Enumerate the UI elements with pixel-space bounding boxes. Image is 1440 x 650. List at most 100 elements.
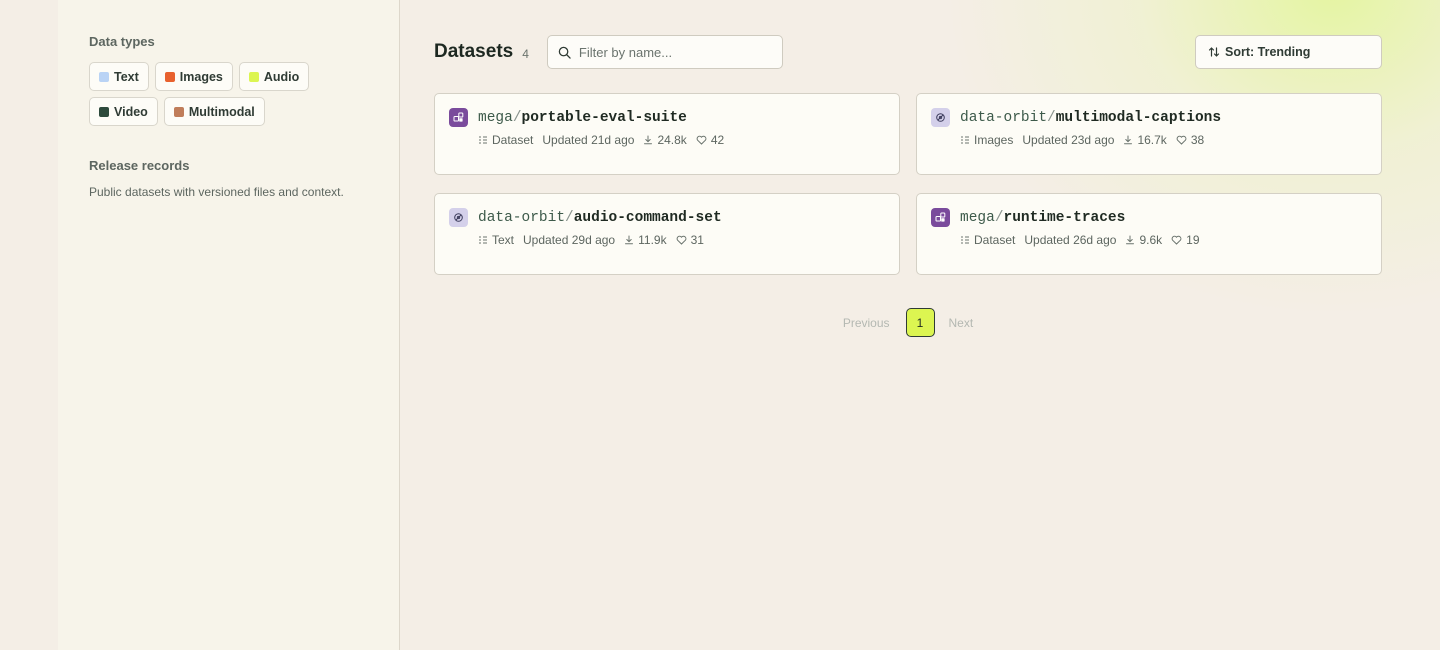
chip-label: Multimodal <box>188 104 255 119</box>
next-page-button[interactable]: Next <box>949 316 974 330</box>
heart-icon <box>676 235 686 245</box>
dataset-owner: data-orbit <box>960 109 1048 126</box>
release-records-section: Release records Public datasets with ver… <box>89 158 399 199</box>
dataset-downloads: 16.7k <box>1123 133 1167 147</box>
download-count: 11.9k <box>638 233 667 247</box>
filter-chip-audio[interactable]: Audio <box>238 62 310 91</box>
audio-color-dot <box>248 71 259 82</box>
download-count: 24.8k <box>657 133 687 147</box>
download-icon <box>1124 135 1133 145</box>
dataset-meta: Dataset Updated 21d ago 24.8k 42 <box>478 133 885 147</box>
dataset-name: runtime-traces <box>1003 209 1126 226</box>
chip-label: Audio <box>263 69 300 84</box>
page-title: Datasets <box>434 41 514 62</box>
dataset-card-header: data-orbit/audio-command-set <box>449 208 885 227</box>
table-icon <box>479 136 487 144</box>
dataset-name: audio-command-set <box>573 209 722 226</box>
like-count: 38 <box>1190 133 1205 147</box>
video-color-dot <box>99 106 109 117</box>
dataset-likes: 42 <box>696 133 724 147</box>
dataset-name: portable-eval-suite <box>521 109 687 126</box>
dataset-updated: Updated 23d ago <box>1022 133 1115 147</box>
dataset-meta: Dataset Updated 26d ago 9.6k 19 <box>960 233 1367 247</box>
search-box[interactable] <box>546 35 783 69</box>
current-page-button[interactable]: 1 <box>905 308 935 337</box>
sort-arrows-icon <box>1208 47 1220 57</box>
mega-org-icon <box>449 108 468 127</box>
dataset-owner: mega <box>478 109 513 126</box>
pagination: Previous 1 Next <box>434 308 1382 337</box>
like-count: 19 <box>1186 233 1200 247</box>
dataset-title[interactable]: data-orbit/audio-command-set <box>478 210 722 226</box>
dataset-meta: Text Updated 29d ago 11.9k 31 <box>478 233 885 247</box>
heart-icon <box>696 135 707 145</box>
filter-chip-video[interactable]: Video <box>89 97 158 126</box>
dataset-downloads: 11.9k <box>624 233 667 247</box>
download-icon <box>1126 235 1135 245</box>
dataset-downloads: 24.8k <box>643 133 687 147</box>
dataset-likes: 19 <box>1171 233 1200 247</box>
dataset-card-header: data-orbit/multimodal-captions <box>931 108 1367 127</box>
dataset-card[interactable]: data-orbit/audio-command-set Text Update… <box>434 193 900 275</box>
dataset-likes: 38 <box>1176 133 1204 147</box>
dataset-meta: Images Updated 23d ago 16.7k 38 <box>960 133 1367 147</box>
chip-label: Text <box>114 69 139 84</box>
download-count: 9.6k <box>1139 233 1163 247</box>
orbit-org-icon <box>931 108 950 127</box>
chip-label: Video <box>114 104 148 119</box>
dataset-owner: mega <box>960 209 995 226</box>
dataset-type: Dataset <box>478 133 533 147</box>
heart-icon <box>1171 235 1182 245</box>
dataset-card-header: mega/portable-eval-suite <box>449 108 885 127</box>
dataset-likes: 31 <box>676 233 704 247</box>
table-icon <box>961 236 969 244</box>
filter-chip-text[interactable]: Text <box>89 62 149 91</box>
like-count: 42 <box>710 133 725 147</box>
dataset-card[interactable]: mega/runtime-traces Dataset Updated 26d … <box>916 193 1382 275</box>
dataset-count: 4 <box>522 47 529 61</box>
release-records-title: Release records <box>89 158 190 173</box>
dataset-title[interactable]: data-orbit/multimodal-captions <box>960 110 1221 126</box>
dataset-title[interactable]: mega/portable-eval-suite <box>478 110 687 126</box>
heart-icon <box>1176 135 1187 145</box>
search-icon <box>558 46 571 59</box>
previous-page-button[interactable]: Previous <box>843 316 890 330</box>
orbit-org-icon <box>449 208 468 227</box>
dataset-type: Images <box>960 133 1013 147</box>
dataset-updated: Updated 29d ago <box>523 233 616 247</box>
dataset-card[interactable]: mega/portable-eval-suite Dataset Updated… <box>434 93 900 175</box>
toolbar: Datasets 4 Sort: Trending <box>434 35 1382 69</box>
download-icon <box>625 235 634 245</box>
download-icon <box>644 135 653 145</box>
chip-label: Images <box>179 69 223 84</box>
text-color-dot <box>99 71 109 82</box>
sort-button[interactable]: Sort: Trending <box>1195 35 1382 69</box>
filter-chip-images[interactable]: Images <box>154 62 233 91</box>
download-count: 16.7k <box>1137 133 1167 147</box>
mega-org-icon <box>931 208 950 227</box>
dataset-grid: mega/portable-eval-suite Dataset Updated… <box>434 93 1382 275</box>
table-icon <box>961 136 969 144</box>
dataset-card[interactable]: data-orbit/multimodal-captions Images Up… <box>916 93 1382 175</box>
search-input[interactable] <box>578 44 769 60</box>
dataset-type-label: Dataset <box>492 133 534 147</box>
data-types-title: Data types <box>89 34 155 49</box>
sort-label: Sort: Trending <box>1225 45 1311 59</box>
sidebar: Data types Text Images Audio Video Multi… <box>58 0 400 650</box>
release-records-description: Public datasets with versioned files and… <box>89 185 344 199</box>
like-count: 31 <box>690 233 704 247</box>
filter-chip-multimodal[interactable]: Multimodal <box>163 97 265 126</box>
dataset-separator: / <box>565 209 574 226</box>
main-content: Datasets 4 Sort: Trending mega/portable-… <box>434 35 1382 337</box>
dataset-separator: / <box>994 209 1004 226</box>
dataset-title[interactable]: mega/runtime-traces <box>960 210 1125 226</box>
dataset-type: Dataset <box>960 233 1015 247</box>
dataset-type-label: Dataset <box>974 233 1016 247</box>
dataset-owner: data-orbit <box>478 209 566 226</box>
table-icon <box>479 236 487 244</box>
dataset-separator: / <box>512 109 522 126</box>
dataset-downloads: 9.6k <box>1125 233 1162 247</box>
dataset-card-header: mega/runtime-traces <box>931 208 1367 227</box>
dataset-name: multimodal-captions <box>1055 109 1222 126</box>
data-type-filters: Text Images Audio Video Multimodal <box>89 62 319 126</box>
